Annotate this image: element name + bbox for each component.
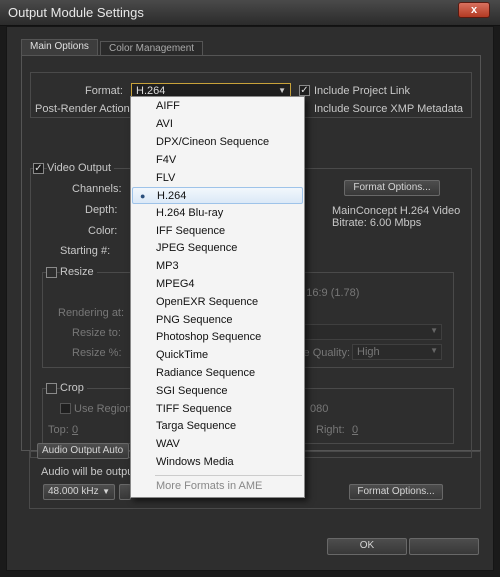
codec-info-line1: MainConcept H.264 Video	[332, 205, 461, 217]
chevron-down-icon: ▼	[102, 487, 110, 496]
format-option-selected[interactable]: ● H.264	[132, 187, 303, 204]
dropdown-divider	[155, 475, 302, 476]
crop-right-label: Right:	[316, 424, 345, 436]
format-label: Format:	[85, 85, 123, 97]
tab-main-options[interactable]: Main Options	[21, 39, 98, 55]
format-option[interactable]: PNG Sequence	[132, 312, 303, 329]
format-option-label: H.264	[157, 190, 187, 202]
format-dropdown-list: AIFF AVI DPX/Cineon Sequence F4V FLV ● H…	[130, 96, 305, 498]
format-option[interactable]: AVI	[132, 116, 303, 133]
resize-checkbox[interactable]	[46, 267, 57, 278]
title-bar: Output Module Settings x	[0, 0, 500, 26]
ok-button[interactable]: OK	[327, 538, 407, 555]
resize-quality-value: High	[357, 346, 380, 358]
video-output-header: Video Output	[47, 162, 115, 174]
format-option[interactable]: DPX/Cineon Sequence	[132, 134, 303, 151]
format-option[interactable]: MPEG4	[132, 276, 303, 293]
starting-number-label: Starting #:	[60, 245, 111, 257]
format-option[interactable]: Windows Media	[132, 454, 303, 471]
audio-output-select[interactable]: Audio Output Auto	[37, 443, 129, 459]
crop-header: Crop	[60, 382, 87, 394]
codec-info-line2: Bitrate: 6.00 Mbps	[332, 217, 422, 229]
format-option[interactable]: SGI Sequence	[132, 383, 303, 400]
crop-dimension-text: 080	[310, 403, 329, 415]
resize-quality-select[interactable]: High ▼	[352, 344, 442, 360]
rendering-at-label: Rendering at:	[58, 307, 125, 319]
depth-label: Depth:	[85, 204, 118, 216]
use-region-label: Use Region	[74, 403, 132, 415]
chevron-down-icon: ▼	[430, 346, 438, 355]
format-option[interactable]: IFF Sequence	[132, 223, 303, 240]
crop-top-value[interactable]: 0	[72, 424, 78, 436]
more-formats-option[interactable]: More Formats in AME	[132, 478, 303, 495]
include-xmp-label: Include Source XMP Metadata	[314, 103, 463, 115]
crop-checkbox[interactable]	[46, 383, 57, 394]
window-title: Output Module Settings	[8, 5, 144, 20]
sample-rate-select[interactable]: 48.000 kHz ▼	[43, 484, 115, 500]
format-option[interactable]: Radiance Sequence	[132, 365, 303, 382]
audio-note: Audio will be output	[41, 466, 137, 478]
cancel-button[interactable]	[409, 538, 479, 555]
close-icon: x	[470, 4, 478, 16]
format-option[interactable]: JPEG Sequence	[132, 240, 303, 257]
use-region-checkbox[interactable]	[60, 403, 71, 414]
format-option[interactable]: WAV	[132, 436, 303, 453]
format-option[interactable]: FLV	[132, 170, 303, 187]
crop-right-value[interactable]: 0	[352, 424, 358, 436]
resize-header: Resize	[60, 266, 97, 278]
video-output-checkbox[interactable]: ✓	[33, 163, 44, 174]
color-label: Color:	[88, 225, 118, 237]
chevron-down-icon: ▼	[430, 326, 438, 335]
format-option[interactable]: Targa Sequence	[132, 418, 303, 435]
format-option[interactable]: F4V	[132, 152, 303, 169]
format-option[interactable]: AIFF	[132, 98, 303, 115]
crop-top-label: Top:	[48, 424, 69, 436]
audio-format-options-button[interactable]: Format Options...	[349, 484, 443, 500]
radio-bullet-icon: ●	[140, 191, 146, 201]
channels-label: Channels:	[72, 183, 122, 195]
format-option[interactable]: QuickTime	[132, 347, 303, 364]
post-render-label: Post-Render Action:	[35, 103, 133, 115]
format-option[interactable]: MP3	[132, 258, 303, 275]
resize-pct-label: Resize %:	[72, 347, 122, 359]
resize-preset-select[interactable]: ▼	[294, 324, 442, 340]
video-format-options-button[interactable]: Format Options...	[344, 180, 440, 196]
format-option[interactable]: Photoshop Sequence	[132, 329, 303, 346]
close-button[interactable]: x	[458, 2, 490, 18]
include-project-link-checkbox[interactable]: ✓	[299, 85, 310, 96]
format-option[interactable]: OpenEXR Sequence	[132, 294, 303, 311]
include-project-link-label: Include Project Link	[314, 85, 410, 97]
sample-rate-value: 48.000 kHz	[48, 486, 99, 497]
format-option[interactable]: H.264 Blu-ray	[132, 205, 303, 222]
format-option[interactable]: TIFF Sequence	[132, 401, 303, 418]
resize-to-label: Resize to:	[72, 327, 121, 339]
